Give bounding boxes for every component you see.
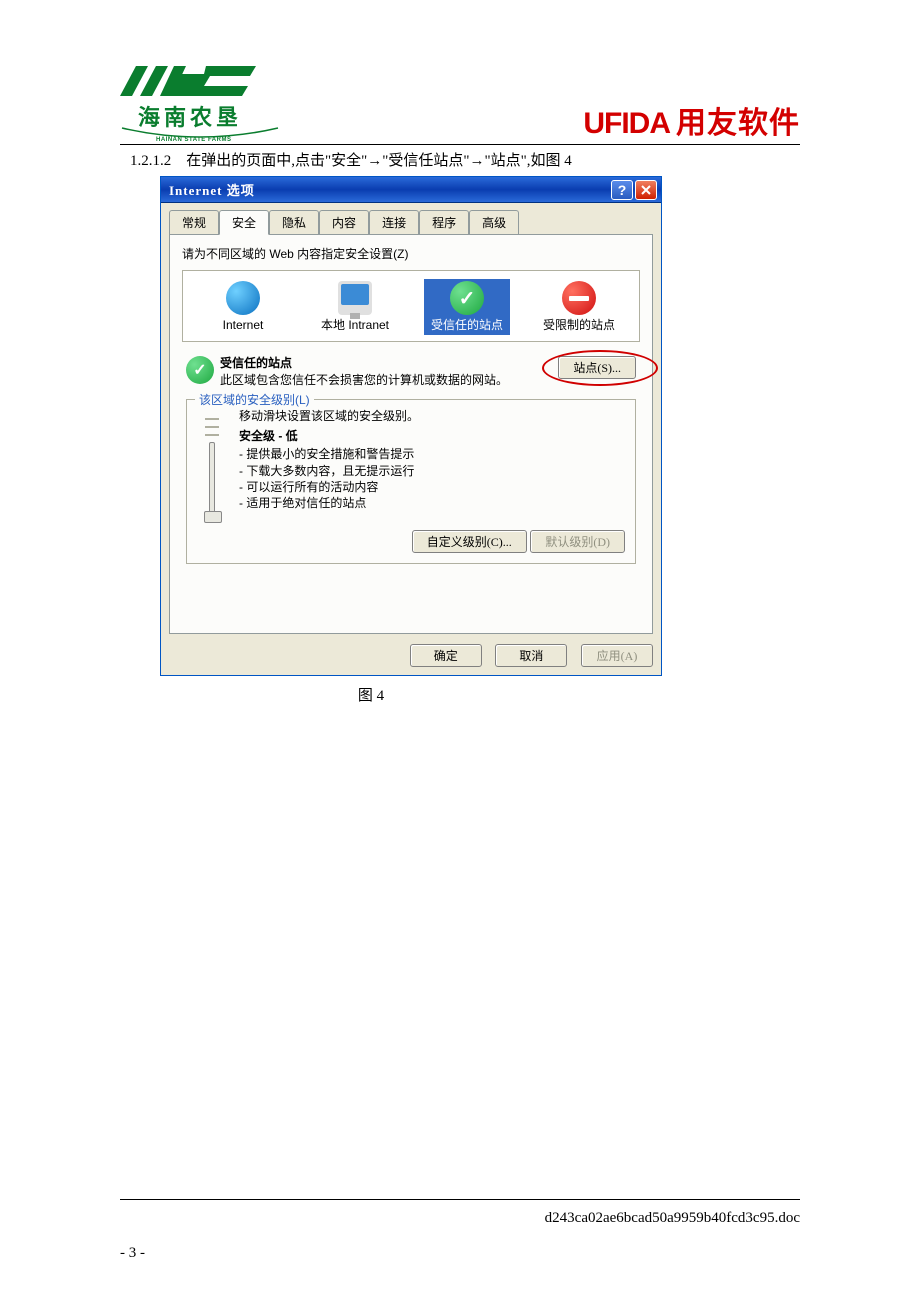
tab-advanced[interactable]: 高级 bbox=[469, 210, 519, 235]
stop-icon bbox=[562, 281, 596, 315]
tab-security[interactable]: 安全 bbox=[219, 210, 269, 235]
ufida-logo: UFIDA 用友软件 bbox=[583, 98, 800, 142]
document-footer: d243ca02ae6bcad50a9959b40fcd3c95.doc - 3… bbox=[120, 1199, 800, 1262]
tab-general[interactable]: 常规 bbox=[169, 210, 219, 235]
hsf-logo: 海南农垦 HAINAN STATE FARMS bbox=[120, 60, 280, 142]
trusted-description: 受信任的站点 此区域包含您信任不会损害您的计算机或数据的网站。 bbox=[220, 356, 508, 389]
security-level-bullets: 提供最小的安全措施和警告提示 下载大多数内容，且无提示运行 可以运行所有的活动内… bbox=[239, 446, 419, 511]
tab-connections[interactable]: 连接 bbox=[369, 210, 419, 235]
close-button[interactable] bbox=[635, 180, 657, 200]
monitor-icon bbox=[338, 281, 372, 315]
dialog-titlebar[interactable]: Internet 选项 bbox=[161, 177, 661, 203]
slider-thumb[interactable] bbox=[204, 511, 222, 523]
security-level-group: 该区域的安全级别(L) 移动滑块设置该区域的安全级别。 安全级 - 低 bbox=[186, 399, 636, 564]
zone-intranet[interactable]: 本地 Intranet bbox=[312, 279, 398, 335]
dialog-footer: 确定 取消 应用(A) bbox=[161, 638, 661, 675]
apply-button[interactable]: 应用(A) bbox=[581, 644, 653, 667]
custom-level-button[interactable]: 自定义级别(C)... bbox=[412, 530, 527, 553]
ufida-logo-en: UFIDA bbox=[583, 107, 670, 141]
tab-privacy[interactable]: 隐私 bbox=[269, 210, 319, 235]
ok-button[interactable]: 确定 bbox=[410, 644, 482, 667]
security-tab-panel: 请为不同区域的 Web 内容指定安全设置(Z) Internet 本地 Intr… bbox=[169, 234, 653, 634]
help-button[interactable] bbox=[611, 180, 633, 200]
footer-page-number: - 3 - bbox=[120, 1245, 800, 1262]
dialog-title: Internet 选项 bbox=[169, 180, 609, 199]
tab-programs[interactable]: 程序 bbox=[419, 210, 469, 235]
footer-filename: d243ca02ae6bcad50a9959b40fcd3c95.doc bbox=[120, 1210, 800, 1227]
internet-options-dialog: Internet 选项 常规 安全 隐私 内容 连接 程序 高级 请为不同区域的 bbox=[160, 176, 662, 676]
zone-internet[interactable]: Internet bbox=[200, 279, 286, 335]
check-icon: ✓ bbox=[450, 281, 484, 315]
check-icon: ✓ bbox=[186, 356, 214, 384]
cancel-button[interactable]: 取消 bbox=[495, 644, 567, 667]
globe-icon bbox=[226, 281, 260, 315]
default-level-button[interactable]: 默认级别(D) bbox=[530, 530, 625, 553]
sites-button[interactable]: 站点(S)... bbox=[558, 356, 636, 379]
zone-instruction: 请为不同区域的 Web 内容指定安全设置(Z) bbox=[182, 245, 640, 262]
zone-selector: Internet 本地 Intranet ✓ 受信任的站点 受限制的站点 bbox=[182, 270, 640, 342]
document-header: 海南农垦 HAINAN STATE FARMS UFIDA 用友软件 bbox=[120, 60, 800, 145]
arrow-icon: → bbox=[367, 152, 382, 169]
tab-strip: 常规 安全 隐私 内容 连接 程序 高级 bbox=[169, 209, 653, 234]
instruction-text: 1.2.1.2 在弹出的页面中,点击"安全"→"受信任站点"→"站点",如图 4 bbox=[130, 149, 800, 170]
zone-trusted[interactable]: ✓ 受信任的站点 bbox=[424, 279, 510, 335]
ufida-logo-cn: 用友软件 bbox=[676, 98, 800, 142]
slider-hint: 移动滑块设置该区域的安全级别。 bbox=[239, 408, 419, 424]
zone-restricted[interactable]: 受限制的站点 bbox=[536, 279, 622, 335]
security-level-legend: 该区域的安全级别(L) bbox=[195, 391, 314, 408]
figure-caption: 图 4 bbox=[120, 684, 622, 705]
security-level-title: 安全级 - 低 bbox=[239, 428, 419, 444]
hsf-logo-text-en: HAINAN STATE FARMS bbox=[156, 137, 231, 143]
arrow-icon: → bbox=[470, 152, 485, 169]
security-slider[interactable] bbox=[197, 408, 227, 522]
tab-content[interactable]: 内容 bbox=[319, 210, 369, 235]
